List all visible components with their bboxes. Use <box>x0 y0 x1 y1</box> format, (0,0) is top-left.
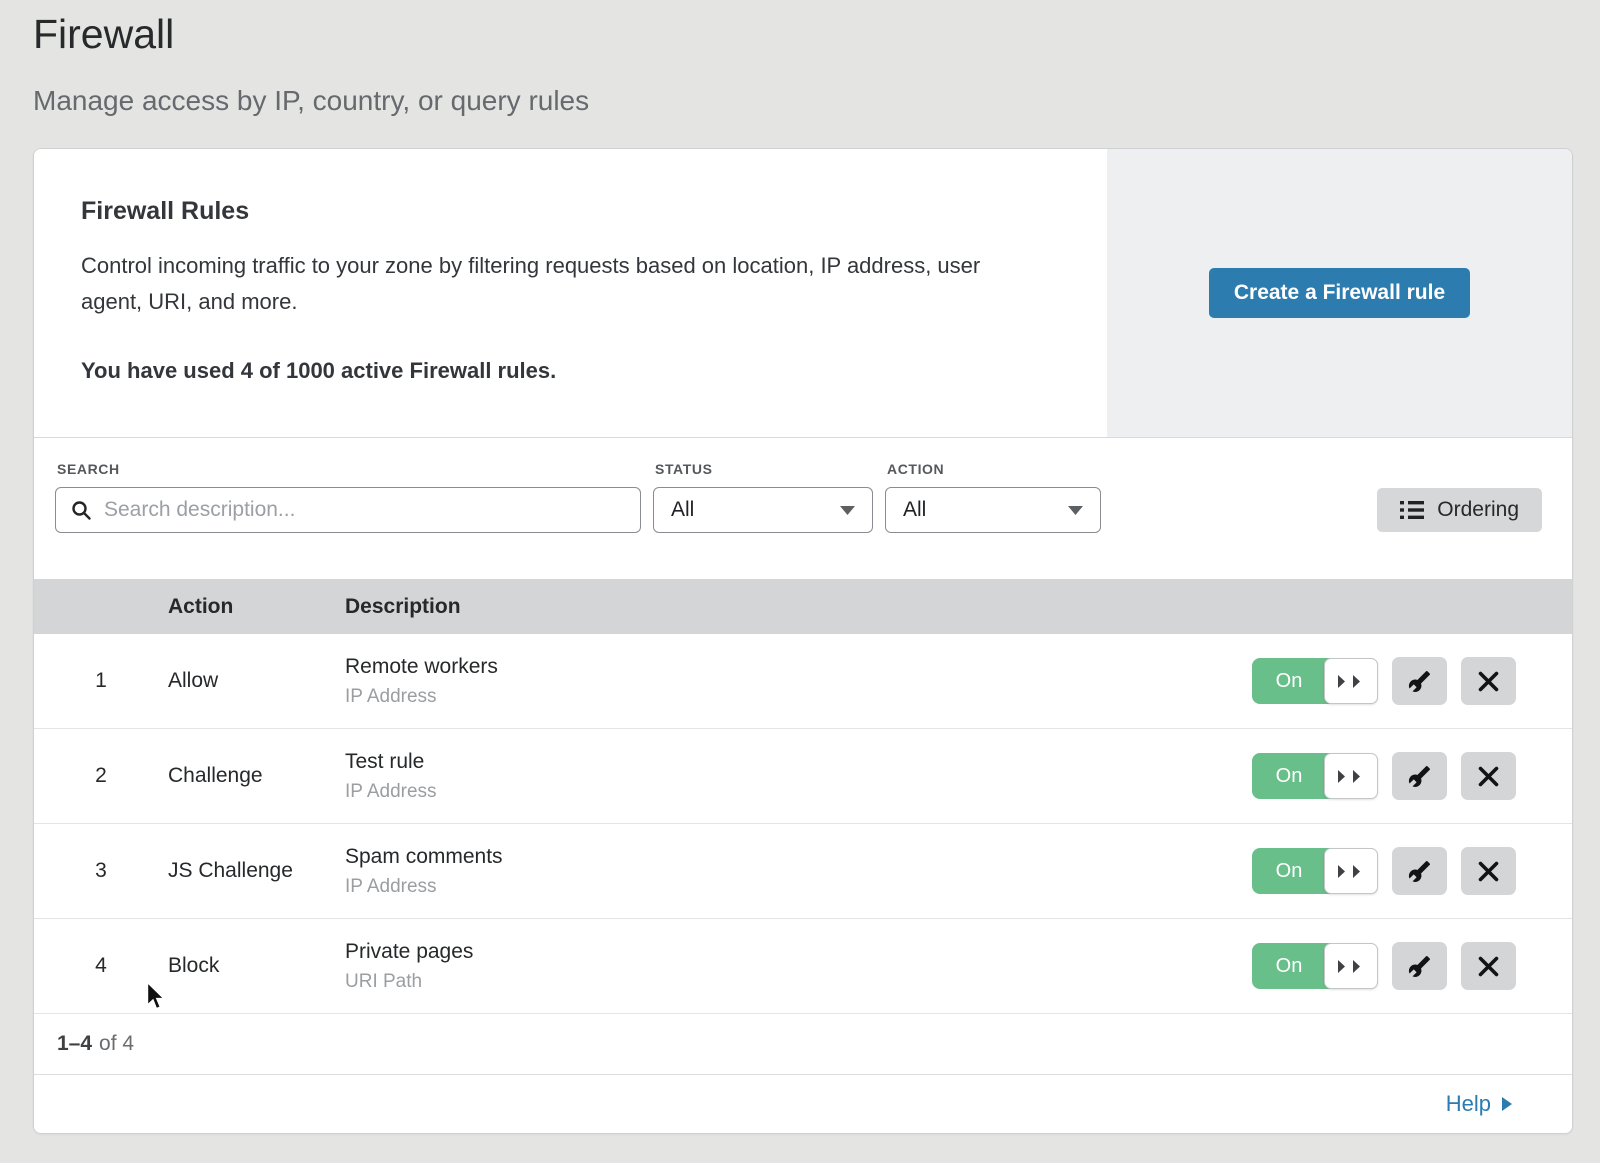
rule-description: Private pages <box>345 940 1252 964</box>
ordering-list-icon <box>1400 499 1424 521</box>
rule-match-field: IP Address <box>345 781 1252 803</box>
ordering-button[interactable]: Ordering <box>1377 488 1542 532</box>
close-icon <box>1478 956 1499 977</box>
search-input[interactable] <box>102 497 625 523</box>
row-controls: On <box>1252 657 1572 705</box>
column-description: Description <box>345 595 1572 619</box>
edit-rule-button[interactable] <box>1392 847 1447 895</box>
rule-description-cell: Spam comments IP Address <box>345 845 1252 898</box>
rule-description: Remote workers <box>345 655 1252 679</box>
help-link[interactable]: Help <box>1446 1091 1512 1117</box>
status-select-value: All <box>671 498 694 522</box>
rule-description: Spam comments <box>345 845 1252 869</box>
help-arrow-icon <box>1502 1097 1512 1111</box>
rule-match-field: IP Address <box>345 686 1252 708</box>
page-title: Firewall <box>33 10 1600 58</box>
row-controls: On <box>1252 752 1572 800</box>
pagination-range: 1–4 <box>57 1032 92 1056</box>
page-header: Firewall Manage access by IP, country, o… <box>0 0 1600 117</box>
table-row: 4 Block Private pages URI Path On <box>34 919 1572 1014</box>
create-firewall-rule-button[interactable]: Create a Firewall rule <box>1209 268 1470 318</box>
rule-description-cell: Private pages URI Path <box>345 940 1252 993</box>
delete-rule-button[interactable] <box>1461 657 1516 705</box>
toggle-arrows-icon[interactable] <box>1324 658 1378 704</box>
ordering-button-label: Ordering <box>1437 498 1519 522</box>
column-action: Action <box>168 595 345 619</box>
search-label: SEARCH <box>57 461 641 477</box>
rule-action: Block <box>168 954 345 978</box>
wrench-icon <box>1408 860 1431 883</box>
card-header-text: Firewall Rules Control incoming traffic … <box>34 149 1107 437</box>
edit-rule-button[interactable] <box>1392 657 1447 705</box>
action-filter: ACTION All <box>885 461 1101 533</box>
toggle-arrows-icon[interactable] <box>1324 943 1378 989</box>
firewall-rules-card: Firewall Rules Control incoming traffic … <box>33 148 1573 1134</box>
status-select[interactable]: All <box>653 487 873 533</box>
status-filter: STATUS All <box>653 461 873 533</box>
toggle-arrows-icon[interactable] <box>1324 848 1378 894</box>
action-select[interactable]: All <box>885 487 1101 533</box>
rule-description-cell: Test rule IP Address <box>345 750 1252 803</box>
row-controls: On <box>1252 847 1572 895</box>
edit-rule-button[interactable] <box>1392 942 1447 990</box>
search-icon <box>71 500 92 521</box>
rule-description-cell: Remote workers IP Address <box>345 655 1252 708</box>
toggle-on-label: On <box>1252 658 1326 704</box>
action-select-value: All <box>903 498 926 522</box>
pagination: 1–4 of 4 <box>34 1014 1572 1075</box>
rule-priority: 3 <box>34 859 168 883</box>
search-filter: SEARCH <box>55 461 641 533</box>
rule-enabled-toggle[interactable]: On <box>1252 658 1378 704</box>
table-row: 2 Challenge Test rule IP Address On <box>34 729 1572 824</box>
rule-priority: 4 <box>34 954 168 978</box>
firewall-rules-description: Control incoming traffic to your zone by… <box>81 248 1031 320</box>
toggle-on-label: On <box>1252 943 1326 989</box>
close-icon <box>1478 861 1499 882</box>
pagination-total: of 4 <box>99 1032 134 1056</box>
toggle-arrows-icon[interactable] <box>1324 753 1378 799</box>
rule-priority: 1 <box>34 669 168 693</box>
table-row: 1 Allow Remote workers IP Address On <box>34 634 1572 729</box>
status-label: STATUS <box>655 461 873 477</box>
table-row: 3 JS Challenge Spam comments IP Address … <box>34 824 1572 919</box>
rule-action: JS Challenge <box>168 859 345 883</box>
rule-priority: 2 <box>34 764 168 788</box>
page-subtitle: Manage access by IP, country, or query r… <box>33 84 1600 117</box>
rule-enabled-toggle[interactable]: On <box>1252 848 1378 894</box>
wrench-icon <box>1408 955 1431 978</box>
rule-match-field: IP Address <box>345 876 1252 898</box>
delete-rule-button[interactable] <box>1461 847 1516 895</box>
wrench-icon <box>1408 670 1431 693</box>
rule-match-field: URI Path <box>345 971 1252 993</box>
delete-rule-button[interactable] <box>1461 752 1516 800</box>
search-input-box[interactable] <box>55 487 641 533</box>
action-label: ACTION <box>887 461 1101 477</box>
table-header: Action Description <box>34 579 1572 634</box>
wrench-icon <box>1408 765 1431 788</box>
rule-action: Allow <box>168 669 345 693</box>
row-controls: On <box>1252 942 1572 990</box>
rule-action: Challenge <box>168 764 345 788</box>
filter-bar: SEARCH STATUS All ACTION All <box>34 438 1572 579</box>
delete-rule-button[interactable] <box>1461 942 1516 990</box>
toggle-on-label: On <box>1252 753 1326 799</box>
card-header-section: Firewall Rules Control incoming traffic … <box>34 149 1572 438</box>
card-footer: Help <box>34 1075 1572 1133</box>
help-link-label: Help <box>1446 1091 1491 1117</box>
chevron-down-icon <box>840 506 855 515</box>
toggle-on-label: On <box>1252 848 1326 894</box>
close-icon <box>1478 671 1499 692</box>
rule-enabled-toggle[interactable]: On <box>1252 753 1378 799</box>
edit-rule-button[interactable] <box>1392 752 1447 800</box>
chevron-down-icon <box>1068 506 1083 515</box>
close-icon <box>1478 766 1499 787</box>
rule-enabled-toggle[interactable]: On <box>1252 943 1378 989</box>
firewall-rules-heading: Firewall Rules <box>81 197 1067 226</box>
usage-text: You have used 4 of 1000 active Firewall … <box>81 358 1067 384</box>
rules-list: 1 Allow Remote workers IP Address On <box>34 634 1572 1014</box>
rule-description: Test rule <box>345 750 1252 774</box>
card-header-side-panel: Create a Firewall rule <box>1107 149 1572 437</box>
